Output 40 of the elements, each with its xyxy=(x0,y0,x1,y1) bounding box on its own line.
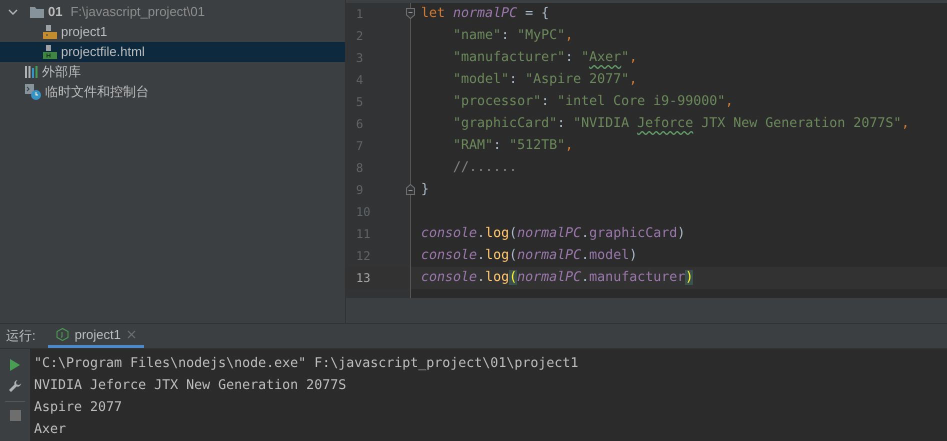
run-label: 运行: xyxy=(6,327,36,346)
console-line: "C:\Program Files\nodejs\node.exe" F:\javascript_project\01\project1 xyxy=(34,355,580,374)
tree-item[interactable]: 临时文件和控制台 xyxy=(0,82,345,102)
code-line: } xyxy=(421,181,430,200)
item-label: 临时文件和控制台 xyxy=(45,83,149,102)
tree-item[interactable]: projectfile.html xyxy=(0,42,345,62)
tree-item[interactable]: 外部库 xyxy=(0,62,345,82)
code-line: "model": "Aspire 2077", xyxy=(452,71,638,90)
code-line: "graphicCard": "NVIDIA Jeforce JTX New Generation 2077S", xyxy=(452,115,910,134)
item-label: projectfile.html xyxy=(61,43,145,62)
wrench-icon[interactable] xyxy=(8,379,22,393)
code-line: "name": "MyPC", xyxy=(452,27,574,46)
code-line: "processor": "intel Core i9-99000", xyxy=(452,93,734,112)
item-label: project1 xyxy=(61,23,108,42)
code-line: console.log(normalPC.model) xyxy=(421,247,638,266)
code-line: "RAM": "512TB", xyxy=(452,137,574,156)
hexagon-icon xyxy=(56,328,69,341)
run-tab[interactable]: project1 xyxy=(48,324,144,348)
library-icon xyxy=(25,65,38,79)
code-line: "manufacturer": "Axer", xyxy=(452,49,638,68)
fold-end-icon[interactable] xyxy=(406,184,415,195)
line-number: 13 xyxy=(356,270,370,287)
html-file-icon xyxy=(43,45,57,59)
fold-icon[interactable] xyxy=(406,8,415,19)
code-line: //...... xyxy=(452,159,518,178)
tree-item[interactable]: project1 xyxy=(0,22,345,42)
js-file-icon xyxy=(43,25,57,39)
console-line: Aspire 2077 xyxy=(34,399,124,418)
folder-icon xyxy=(30,6,44,18)
run-icon[interactable] xyxy=(9,359,21,371)
item-path: F:\javascript_project\01 xyxy=(70,3,205,22)
console-line: NVIDIA Jeforce JTX New Generation 2077S xyxy=(34,377,348,396)
console-line: Axer xyxy=(34,421,68,440)
code-line: let normalPC = { xyxy=(421,5,550,24)
code-line: console.log(normalPC.graphicCard) xyxy=(421,225,686,244)
item-label: 01 xyxy=(48,3,62,22)
code-line: console.log(normalPC.manufacturer) xyxy=(421,269,694,288)
tree-item[interactable]: 01 F:\javascript_project\01 xyxy=(0,2,345,22)
clock-console-icon xyxy=(25,84,41,100)
item-label: 外部库 xyxy=(42,63,81,82)
